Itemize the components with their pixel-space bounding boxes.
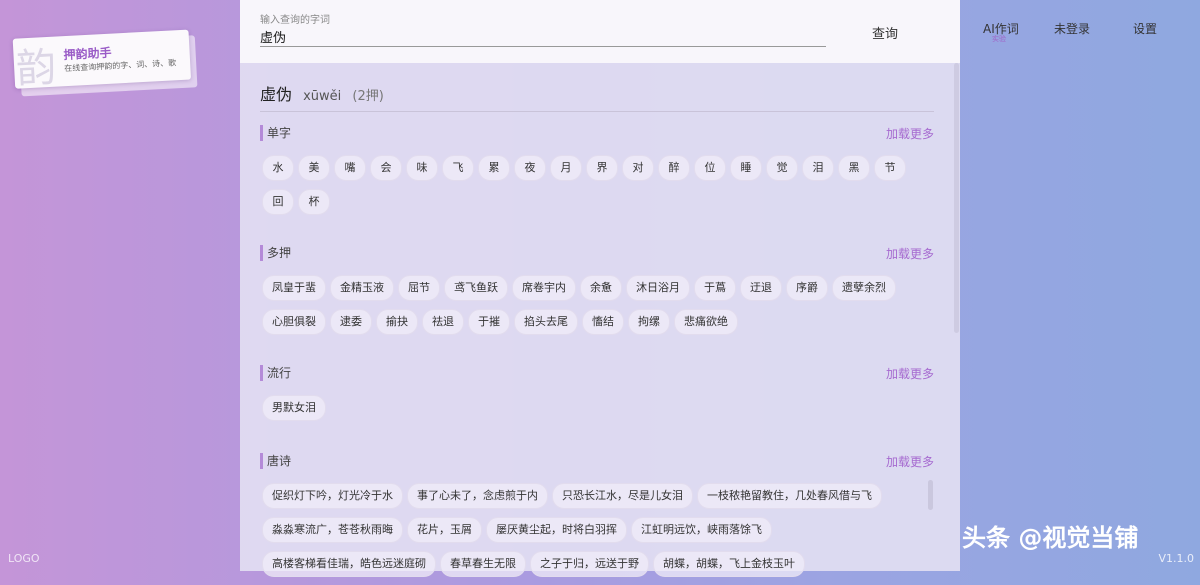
rhyme-chip[interactable]: 界 [586, 155, 618, 181]
rhyme-chip[interactable]: 席卷宇内 [512, 275, 576, 301]
rhyme-chip[interactable]: 对 [622, 155, 654, 181]
load-more-button[interactable]: 加载更多 [886, 453, 934, 470]
rhyme-chip[interactable]: 促织灯下吟，灯光冷于水 [262, 483, 403, 509]
rhyme-chip[interactable]: 余惫 [580, 275, 622, 301]
section-title: 多押 [260, 245, 291, 261]
rhyme-chip[interactable]: 金精玉液 [330, 275, 394, 301]
rhyme-chip[interactable]: 位 [694, 155, 726, 181]
rhyme-chip[interactable]: 慉结 [582, 309, 624, 335]
rhyme-chip[interactable]: 心胆俱裂 [262, 309, 326, 335]
rhyme-chip[interactable]: 凤皇于蜚 [262, 275, 326, 301]
nav-settings[interactable]: 设置 [1133, 20, 1157, 37]
rhyme-chip[interactable]: 悲痛欲绝 [674, 309, 738, 335]
rhyme-chip[interactable]: 屈节 [398, 275, 440, 301]
rhyme-chip[interactable]: 一枝秾艳留教住，几处春风借与飞 [697, 483, 882, 509]
watermark: 头条 @视觉当铺 [962, 524, 1139, 552]
rhyme-chip[interactable]: 事了心未了，念虑煎于内 [407, 483, 548, 509]
rhyme-chip[interactable]: 飞 [442, 155, 474, 181]
rhyme-chip[interactable]: 沐日浴月 [626, 275, 690, 301]
section-title: 流行 [260, 365, 291, 381]
page-scrollbar[interactable] [954, 63, 959, 333]
rhyme-chip[interactable]: 迂退 [740, 275, 782, 301]
rhyme-chip[interactable]: 黑 [838, 155, 870, 181]
load-more-button[interactable]: 加载更多 [886, 245, 934, 262]
rhyme-chip[interactable]: 花片，玉屑 [407, 517, 482, 543]
rhyme-chip[interactable]: 揄抉 [376, 309, 418, 335]
rhyme-chip[interactable]: 嘴 [334, 155, 366, 181]
search-bar: 输入查询的字词 查询 [240, 0, 960, 63]
rhyme-chip[interactable]: 高楼客梯看佳瑞，皓色远迷庭砌 [262, 551, 436, 577]
chip-list: 水美嘴会味飞累夜月界对醉位睡觉泪黑节回杯 [260, 155, 940, 223]
chip-list: 凤皇于蜚 金精玉液 屈节 鸢飞鱼跃 席卷宇内 余惫 沐日浴月 于蔦 迂退 序爵 遗孽余烈心胆俱裂 逮委… [260, 275, 940, 343]
rhyme-chip[interactable]: 月 [550, 155, 582, 181]
search-label: 输入查询的字词 [260, 15, 330, 26]
rhyme-chip[interactable]: 水 [262, 155, 294, 181]
rhyme-chip[interactable]: 杯 [298, 189, 330, 215]
rhyme-chip[interactable]: 会 [370, 155, 402, 181]
chip-list: 男默女泪 [260, 395, 940, 429]
rhyme-chip[interactable]: 男默女泪 [262, 395, 326, 421]
rhyme-chip[interactable]: 觉 [766, 155, 798, 181]
bottom-logo: LOGO [8, 552, 40, 565]
rhyme-chip[interactable]: 掐头去尾 [514, 309, 578, 335]
rhyme-chip[interactable]: 于蔦 [694, 275, 736, 301]
rhyme-chip[interactable]: 逮委 [330, 309, 372, 335]
app-logo-card[interactable]: 韵 押韵助手 在线查询押韵的字、词、诗、歌 [12, 29, 198, 97]
rhyme-chip[interactable]: 泪 [802, 155, 834, 181]
rhyme-chip[interactable]: 睡 [730, 155, 762, 181]
rhyme-chip[interactable]: 美 [298, 155, 330, 181]
nav-login[interactable]: 未登录 [1054, 20, 1090, 37]
search-input[interactable] [260, 26, 826, 47]
logo-glyph: 韵 [15, 44, 58, 93]
logo-card-front: 韵 押韵助手 在线查询押韵的字、词、诗、歌 [12, 29, 192, 93]
results-panel: 虚伪 xūwěi (2押) 单字 加载更多 水美嘴会味飞累夜月界对醉位睡觉泪黑节… [240, 63, 960, 577]
rhyme-chip[interactable]: 回 [262, 189, 294, 215]
rhyme-chip[interactable]: 遗孽余烈 [832, 275, 896, 301]
rhyme-chip[interactable]: 江虹明远饮，峡雨落馀飞 [631, 517, 772, 543]
rhyme-chip[interactable]: 鸢飞鱼跃 [444, 275, 508, 301]
rhyme-chip[interactable]: 胡蝶，胡蝶，飞上金枝玉叶 [653, 551, 805, 577]
version-label: V1.1.0 [1158, 552, 1194, 565]
result-header: 虚伪 xūwěi (2押) [260, 81, 384, 105]
rhyme-chip[interactable]: 于摧 [468, 309, 510, 335]
load-more-button[interactable]: 加载更多 [886, 125, 934, 142]
rhyme-chip[interactable]: 之子于归，远送于野 [530, 551, 649, 577]
load-more-button[interactable]: 加载更多 [886, 365, 934, 382]
rhyme-chip[interactable]: 屡厌黄尘起，时将白羽挥 [486, 517, 627, 543]
result-word: 虚伪 [260, 85, 293, 104]
rhyme-chip[interactable]: 祛退 [422, 309, 464, 335]
section-title: 单字 [260, 125, 291, 141]
rhyme-chip[interactable]: 醉 [658, 155, 690, 181]
rhyme-chip[interactable]: 夜 [514, 155, 546, 181]
result-pinyin: xūwěi [303, 89, 342, 104]
divider [260, 111, 934, 112]
rhyme-chip[interactable]: 味 [406, 155, 438, 181]
ai-experimental-badge: 实验 [992, 35, 1006, 43]
chip-list: 促织灯下吟，灯光冷于水 事了心未了，念虑煎于内 只恐长江水，尽是儿女泪 一枝秾艳留教住… [260, 483, 940, 585]
rhyme-chip[interactable]: 只恐长江水，尽是儿女泪 [552, 483, 693, 509]
rhyme-chip[interactable]: 春草春生无限 [440, 551, 526, 577]
rhyme-chip[interactable]: 序爵 [786, 275, 828, 301]
search-button[interactable]: 查询 [872, 23, 898, 42]
rhyme-chip[interactable]: 累 [478, 155, 510, 181]
section-title: 唐诗 [260, 453, 291, 469]
result-rhyme-count: (2押) [352, 89, 384, 104]
rhyme-chip[interactable]: 拘缧 [628, 309, 670, 335]
main-panel: 输入查询的字词 查询 虚伪 xūwěi (2押) 单字 加载更多 水美嘴会味飞累… [240, 0, 960, 577]
section-scrollbar[interactable] [928, 480, 933, 510]
rhyme-chip[interactable]: 节 [874, 155, 906, 181]
rhyme-chip[interactable]: 淼淼寒流广，苍苍秋雨晦 [262, 517, 403, 543]
